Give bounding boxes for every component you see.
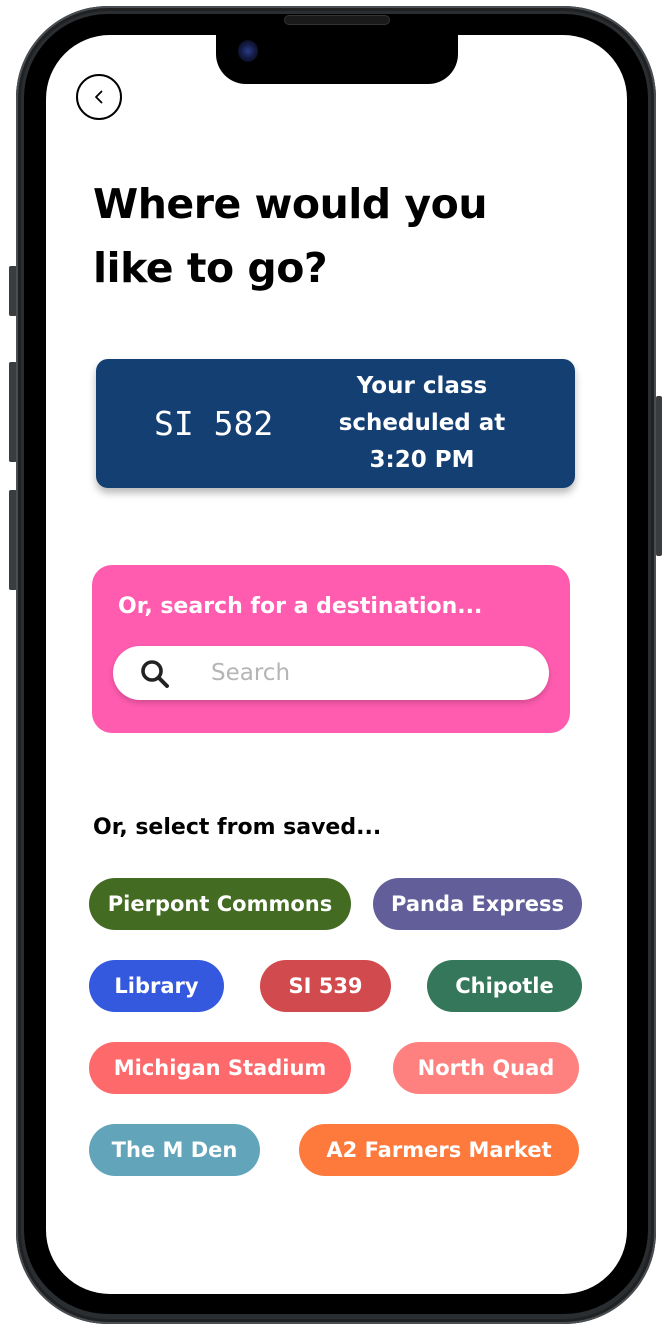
saved-chip-chipotle[interactable]: Chipotle — [427, 960, 582, 1012]
earpiece-speaker — [284, 15, 390, 25]
search-icon — [141, 660, 169, 688]
class-code: SI 582 — [154, 404, 274, 443]
chip-label: Panda Express — [391, 892, 564, 916]
front-camera — [238, 40, 258, 62]
chip-label: Michigan Stadium — [113, 1056, 327, 1080]
chip-label: A2 Farmers Market — [326, 1138, 552, 1162]
saved-chip-library[interactable]: Library — [89, 960, 224, 1012]
chip-label: The M Den — [111, 1138, 238, 1162]
saved-chip-si-539[interactable]: SI 539 — [260, 960, 391, 1012]
saved-chip-the-m-den[interactable]: The M Den — [89, 1124, 260, 1176]
search-heading: Or, search for a destination... — [118, 594, 483, 619]
saved-chip-pierpont-commons[interactable]: Pierpont Commons — [89, 878, 351, 930]
back-button[interactable] — [76, 74, 122, 120]
page-title: Where would you like to go? — [93, 180, 488, 292]
chip-label: Chipotle — [455, 974, 554, 998]
search-destination-card: Or, search for a destination... — [92, 565, 570, 733]
power-button — [656, 396, 662, 556]
chevron-left-icon — [95, 90, 103, 104]
saved-chip-michigan-stadium[interactable]: Michigan Stadium — [89, 1042, 351, 1094]
saved-chip-a2-farmers-market[interactable]: A2 Farmers Market — [299, 1124, 579, 1176]
chip-label: SI 539 — [288, 974, 363, 998]
search-box[interactable] — [113, 646, 549, 700]
scheduled-class-card[interactable]: SI 582 Your class scheduled at 3:20 PM — [96, 359, 575, 488]
class-schedule-text: Your class scheduled at 3:20 PM — [338, 373, 506, 473]
saved-chip-panda-express[interactable]: Panda Express — [373, 878, 582, 930]
saved-chip-north-quad[interactable]: North Quad — [393, 1042, 579, 1094]
saved-heading: Or, select from saved... — [93, 815, 382, 840]
chip-label: North Quad — [417, 1056, 555, 1080]
search-input[interactable] — [211, 646, 531, 700]
chip-label: Library — [114, 974, 199, 998]
chip-label: Pierpont Commons — [107, 892, 333, 916]
